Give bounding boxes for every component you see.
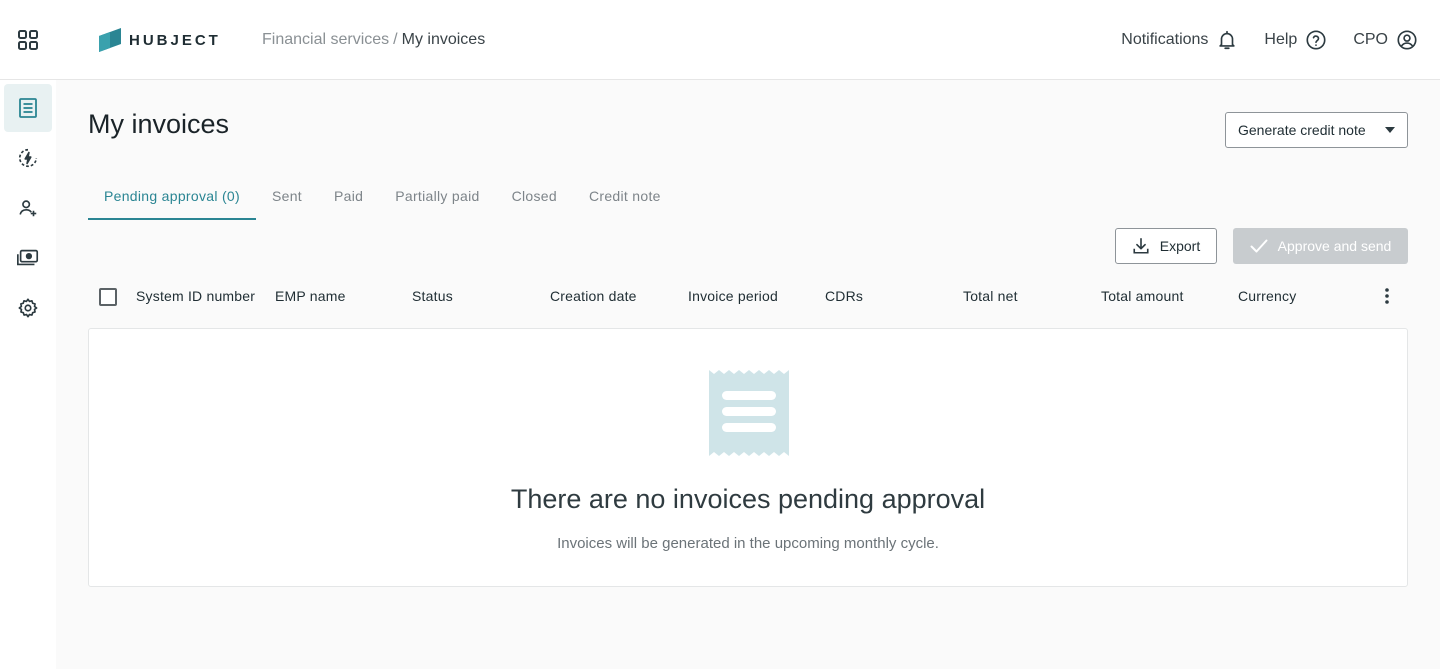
breadcrumb-separator: /: [393, 31, 398, 48]
tab-credit-note[interactable]: Credit note: [573, 176, 677, 220]
vertical-dots-icon: [1385, 288, 1389, 304]
logo-text: HUBJECT: [129, 31, 221, 49]
column-currency[interactable]: Currency: [1238, 288, 1296, 304]
generate-credit-note-button[interactable]: Generate credit note: [1225, 112, 1408, 148]
export-label: Export: [1159, 238, 1201, 254]
receipt-illustration-icon: [709, 370, 789, 456]
sidebar-item-invoices[interactable]: [4, 84, 52, 132]
column-system-id[interactable]: System ID number: [136, 288, 255, 304]
breadcrumb-parent[interactable]: Financial services: [262, 31, 389, 48]
export-button[interactable]: Export: [1115, 228, 1217, 264]
tab-partially-paid[interactable]: Partially paid: [379, 176, 495, 220]
more-options-icon[interactable]: [1377, 286, 1397, 306]
account-button[interactable]: CPO: [1353, 29, 1418, 51]
generate-credit-note-label: Generate credit note: [1238, 122, 1366, 138]
caret-down-icon: [1385, 127, 1395, 133]
charging-bolt-icon: [18, 148, 38, 168]
tab-closed[interactable]: Closed: [496, 176, 573, 220]
empty-state-card: There are no invoices pending approval I…: [88, 328, 1408, 587]
sidebar-item-settings[interactable]: [4, 284, 52, 332]
download-icon: [1133, 237, 1149, 254]
column-total-net[interactable]: Total net: [963, 288, 1018, 304]
breadcrumb-current: My invoices: [401, 31, 486, 48]
top-actions: Notifications Help CPO: [1095, 26, 1418, 54]
select-all-checkbox[interactable]: [99, 288, 117, 306]
user-add-icon: [19, 200, 37, 217]
account-circle-icon: [1397, 30, 1417, 50]
column-total-amount[interactable]: Total amount: [1101, 288, 1184, 304]
notifications-label: Notifications: [1121, 31, 1209, 48]
sidebar: [0, 80, 56, 669]
column-cdrs[interactable]: CDRs: [825, 288, 863, 304]
sidebar-item-charging[interactable]: [4, 134, 52, 182]
table-header: System ID number EMP name Status Creatio…: [88, 280, 1408, 312]
column-creation-date[interactable]: Creation date: [550, 288, 637, 304]
page-title: My invoices: [88, 109, 230, 139]
gear-icon: [18, 298, 38, 318]
tab-paid[interactable]: Paid: [318, 176, 379, 220]
approve-and-send-label: Approve and send: [1277, 238, 1392, 254]
help-label: Help: [1264, 31, 1298, 48]
account-label: CPO: [1353, 31, 1388, 48]
top-bar: HUBJECT Financial services / My invoices N…: [0, 0, 1440, 80]
column-status[interactable]: Status: [412, 288, 453, 304]
check-icon: [1250, 239, 1268, 253]
help-button[interactable]: Help: [1264, 29, 1327, 51]
tab-sent[interactable]: Sent: [256, 176, 318, 220]
notifications-button[interactable]: Notifications: [1121, 29, 1238, 51]
sidebar-item-users[interactable]: [4, 184, 52, 232]
tab-pending-approval[interactable]: Pending approval (0): [88, 176, 256, 220]
hubject-logo[interactable]: HUBJECT: [99, 27, 221, 53]
breadcrumb: Financial services / My invoices: [262, 31, 485, 49]
document-list-icon: [19, 98, 37, 118]
apps-grid-icon[interactable]: [17, 29, 39, 51]
empty-state-title: There are no invoices pending approval: [510, 484, 986, 514]
column-invoice-period[interactable]: Invoice period: [688, 288, 778, 304]
column-emp-name[interactable]: EMP name: [275, 288, 346, 304]
help-circle-icon: [1306, 30, 1326, 50]
bell-icon: [1219, 30, 1236, 50]
approve-and-send-button[interactable]: Approve and send: [1233, 228, 1408, 264]
invoice-tabs: Pending approval (0) Sent Paid Partially…: [88, 176, 677, 220]
logo-mark-icon: [99, 28, 121, 52]
sidebar-item-payments[interactable]: [4, 234, 52, 282]
money-icon: [17, 249, 39, 266]
empty-state-subtitle: Invoices will be generated in the upcomi…: [557, 535, 939, 552]
